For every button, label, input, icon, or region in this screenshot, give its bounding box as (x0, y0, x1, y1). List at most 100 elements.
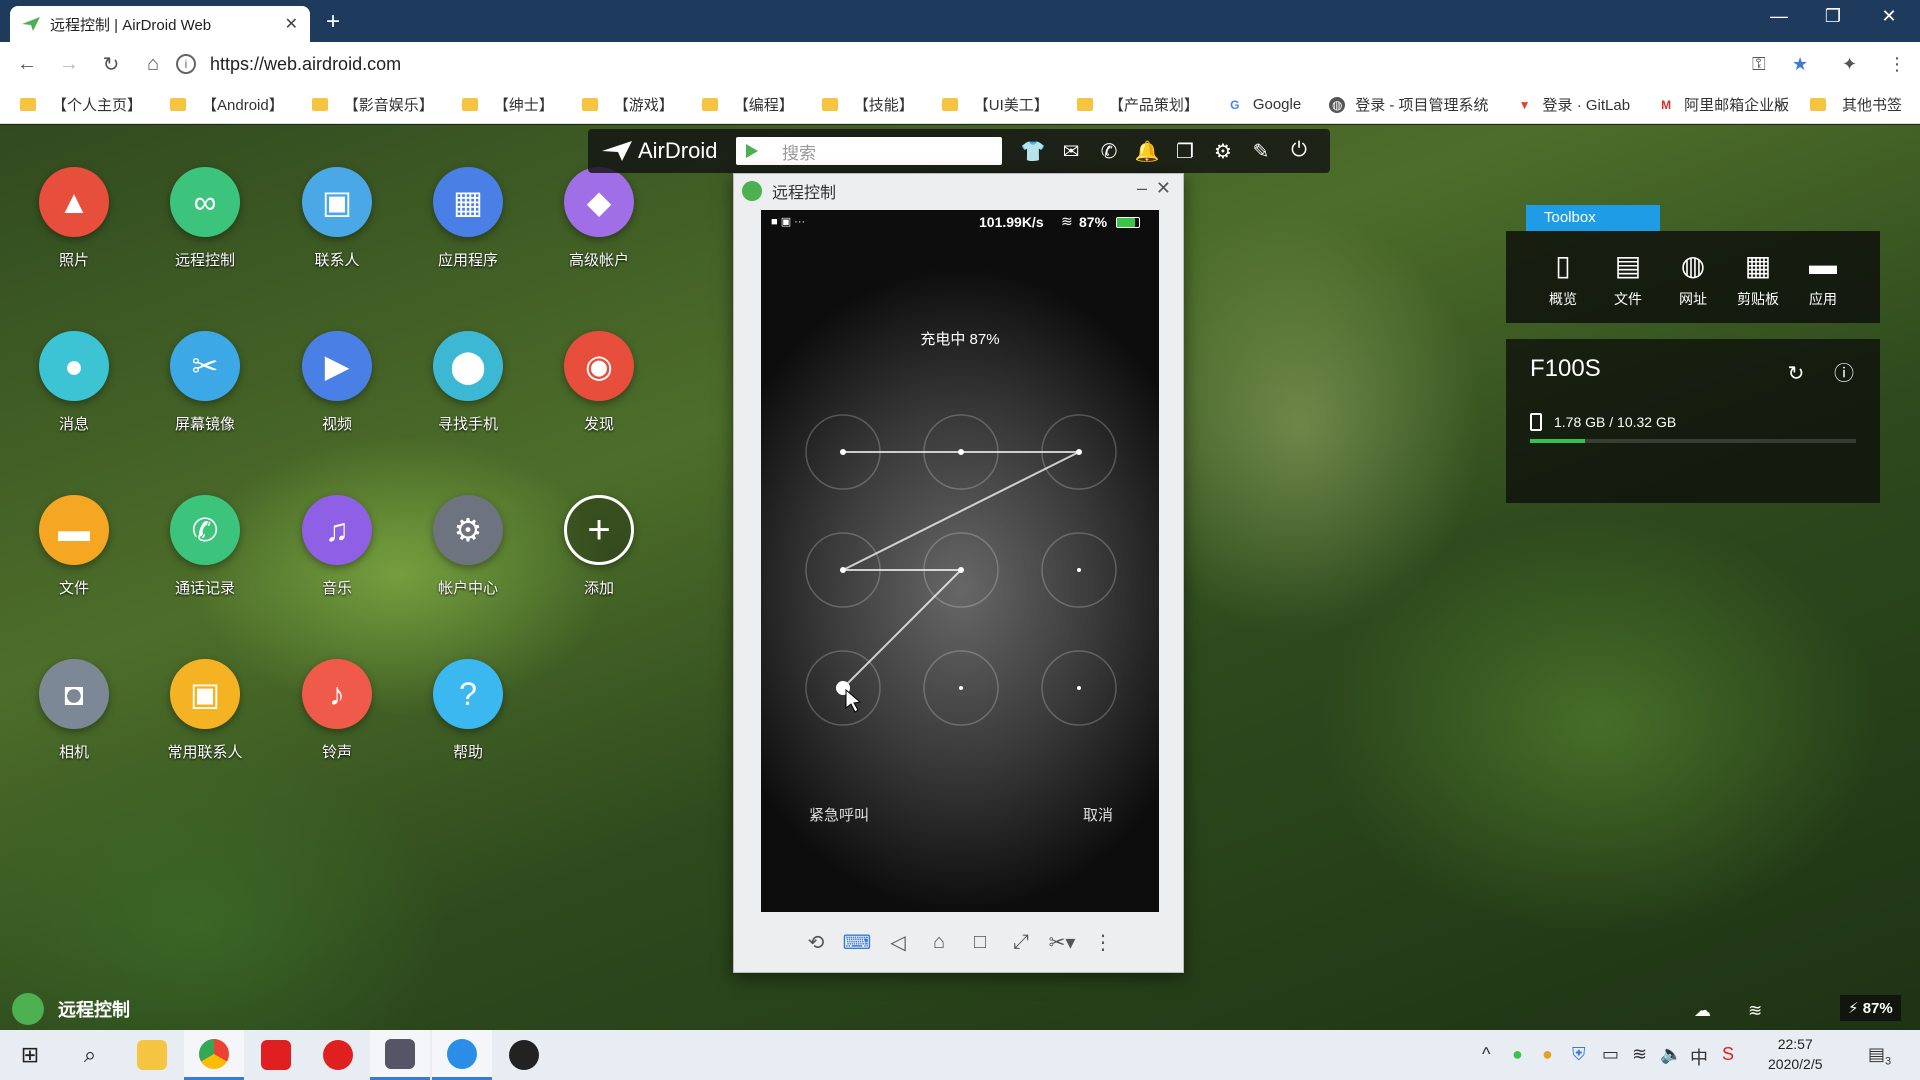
reload-icon[interactable]: ↻ (90, 52, 132, 77)
app-camera[interactable]: ◘ 相机 (19, 659, 129, 762)
bookmark-folder[interactable]: 【编程】 (701, 94, 794, 115)
new-tab-icon[interactable]: + (326, 8, 340, 36)
sogou-icon[interactable]: S (1722, 1044, 1734, 1065)
app-music[interactable]: ♫ 音乐 (282, 495, 392, 598)
menu-icon[interactable]: ⋮ (1888, 54, 1906, 75)
close-icon[interactable]: ✕ (1156, 178, 1171, 199)
power-icon[interactable]: ⏻ (1280, 139, 1318, 164)
app-photos[interactable]: ▲ 照片 (19, 167, 129, 270)
minimize-icon[interactable]: – (1137, 178, 1147, 199)
app-discover[interactable]: ◉ 发现 (544, 331, 654, 434)
battery-icon[interactable]: ▭ (1602, 1044, 1619, 1065)
app-favorite-contacts[interactable]: ▣ 常用联系人 (150, 659, 260, 762)
home-icon[interactable]: ⌂ (919, 931, 960, 954)
keyboard-icon[interactable]: ⌨ (837, 930, 878, 955)
restore-window-icon[interactable]: ❐ (1810, 6, 1856, 27)
forward-icon[interactable]: → (48, 53, 90, 76)
phone-icon[interactable]: ✆ (1090, 139, 1128, 164)
bookmark-folder[interactable]: 【UI美工】 (941, 94, 1049, 115)
more-bookmarks-icon[interactable]: » (1774, 96, 1782, 113)
app-contacts[interactable]: ▣ 联系人 (282, 167, 392, 270)
tool-url[interactable]: ◍ 网址 (1661, 249, 1726, 323)
phone-screen[interactable]: ■ ▣ ··· 101.99K/s ≋ 87% 充电中 87% 紧急呼叫 取消 (761, 210, 1159, 912)
search-input[interactable]: 搜索 (736, 137, 1002, 165)
app-video[interactable]: ▶ 视频 (282, 331, 392, 434)
network-icon[interactable]: ≋ (1632, 1044, 1647, 1065)
back-icon[interactable]: ◁ (878, 930, 919, 955)
app-ringtones[interactable]: ♪ 铃声 (282, 659, 392, 762)
app-remote-control[interactable]: ∞ 远程控制 (150, 167, 260, 270)
bookmark-folder[interactable]: 【产品策划】 (1076, 94, 1199, 115)
taskbar-teamviewer[interactable] (432, 1030, 492, 1080)
taskbar-chrome[interactable] (184, 1030, 244, 1080)
more-icon[interactable]: ⋮ (1083, 930, 1124, 955)
back-icon[interactable]: ← (6, 53, 48, 76)
bookmark-star-icon[interactable]: ★ (1792, 54, 1808, 75)
app-premium[interactable]: ◆ 高级帐户 (544, 167, 654, 270)
address-bar[interactable]: i https://web.airdroid.com (176, 48, 1776, 80)
bookmark-folder[interactable]: 【绅士】 (461, 94, 554, 115)
refresh-icon[interactable]: ↻ (1788, 363, 1805, 385)
qq-tray-icon[interactable]: ● (1542, 1044, 1553, 1065)
other-bookmarks[interactable]: 其他书签 (1810, 94, 1902, 115)
search-button[interactable]: ⌕ (60, 1030, 120, 1080)
toolbox-tab[interactable]: Toolbox (1526, 205, 1660, 231)
taskbar-netease-music[interactable] (308, 1030, 368, 1080)
active-app-label[interactable]: 远程控制 (12, 993, 130, 1025)
volume-icon[interactable]: 🔈 (1660, 1044, 1682, 1065)
fullscreen-icon[interactable]: ⤢ (1001, 931, 1042, 954)
taskbar-obs[interactable] (494, 1030, 554, 1080)
app-call-logs[interactable]: ✆ 通话记录 (150, 495, 260, 598)
bookmark-link[interactable]: G Google (1227, 96, 1301, 113)
shirt-icon[interactable]: 👕 (1014, 139, 1052, 164)
devices-icon[interactable]: ❐ (1166, 139, 1204, 164)
bell-icon[interactable]: 🔔 (1128, 139, 1166, 164)
bookmark-link[interactable]: ▼ 登录 · GitLab (1517, 94, 1630, 115)
mail-icon[interactable]: ✉ (1052, 139, 1090, 164)
edit-icon[interactable]: ✎ (1242, 139, 1280, 164)
bookmark-link[interactable]: M 阿里邮箱企业版 (1658, 94, 1789, 115)
app-applications[interactable]: ▦ 应用程序 (413, 167, 523, 270)
browser-tab[interactable]: 远程控制 | AirDroid Web ✕ (10, 6, 310, 42)
taskbar-youdao[interactable] (246, 1030, 306, 1080)
home-icon[interactable]: ⌂ (132, 53, 174, 76)
bookmark-folder[interactable]: 【技能】 (821, 94, 914, 115)
bookmark-folder[interactable]: 【个人主页】 (20, 94, 142, 115)
minimize-window-icon[interactable]: — (1756, 6, 1802, 27)
recent-icon[interactable]: □ (960, 931, 1001, 954)
system-clock[interactable]: 22:57 2020/2/5 (1768, 1034, 1823, 1074)
bookmark-folder[interactable]: 【Android】 (170, 94, 284, 115)
app-find-phone[interactable]: ⬤ 寻找手机 (413, 331, 523, 434)
cancel-button[interactable]: 取消 (1083, 804, 1113, 825)
screenshot-icon[interactable]: ✂▾ (1042, 930, 1083, 955)
tool-files[interactable]: ▤ 文件 (1596, 249, 1661, 323)
app-files[interactable]: ▬ 文件 (19, 495, 129, 598)
tool-overview[interactable]: ▯ 概览 (1531, 249, 1596, 323)
ime-icon[interactable]: 中 (1690, 1044, 1708, 1070)
bookmark-folder[interactable]: 【影音娱乐】 (311, 94, 434, 115)
wechat-tray-icon[interactable]: ● (1512, 1044, 1523, 1065)
app-screen-mirror[interactable]: ✂ 屏幕镜像 (150, 331, 260, 434)
rotate-icon[interactable]: ⟲ (796, 930, 837, 955)
tool-apps[interactable]: ▬ 应用 (1791, 249, 1856, 323)
emergency-call-button[interactable]: 紧急呼叫 (809, 804, 869, 825)
close-window-icon[interactable]: ✕ (1866, 6, 1912, 27)
shield-icon[interactable]: ⛨ (1572, 1044, 1586, 1065)
remote-control-header[interactable]: 远程控制 – ✕ (734, 174, 1183, 208)
start-button[interactable]: ⊞ (0, 1030, 60, 1080)
site-info-icon[interactable]: i (176, 54, 196, 74)
bookmark-link[interactable]: ◍ 登录 - 项目管理系统 (1329, 94, 1489, 115)
close-tab-icon[interactable]: ✕ (285, 14, 298, 34)
taskbar-file-explorer[interactable] (122, 1030, 182, 1080)
taskbar-app[interactable] (370, 1030, 430, 1080)
bookmark-folder[interactable]: 【游戏】 (581, 94, 674, 115)
app-account-center[interactable]: ⚙ 帐户中心 (413, 495, 523, 598)
profile-avatar[interactable]: ✦ (1842, 54, 1857, 75)
gear-icon[interactable]: ⚙ (1204, 139, 1242, 164)
app-messages[interactable]: ● 消息 (19, 331, 129, 434)
info-icon[interactable]: ⓘ (1834, 363, 1854, 385)
tool-clipboard[interactable]: ▦ 剪贴板 (1726, 249, 1791, 323)
app-help[interactable]: ? 帮助 (413, 659, 523, 762)
key-icon[interactable]: ⚿ (1752, 54, 1766, 75)
tray-expand-icon[interactable]: ^ (1482, 1044, 1490, 1065)
